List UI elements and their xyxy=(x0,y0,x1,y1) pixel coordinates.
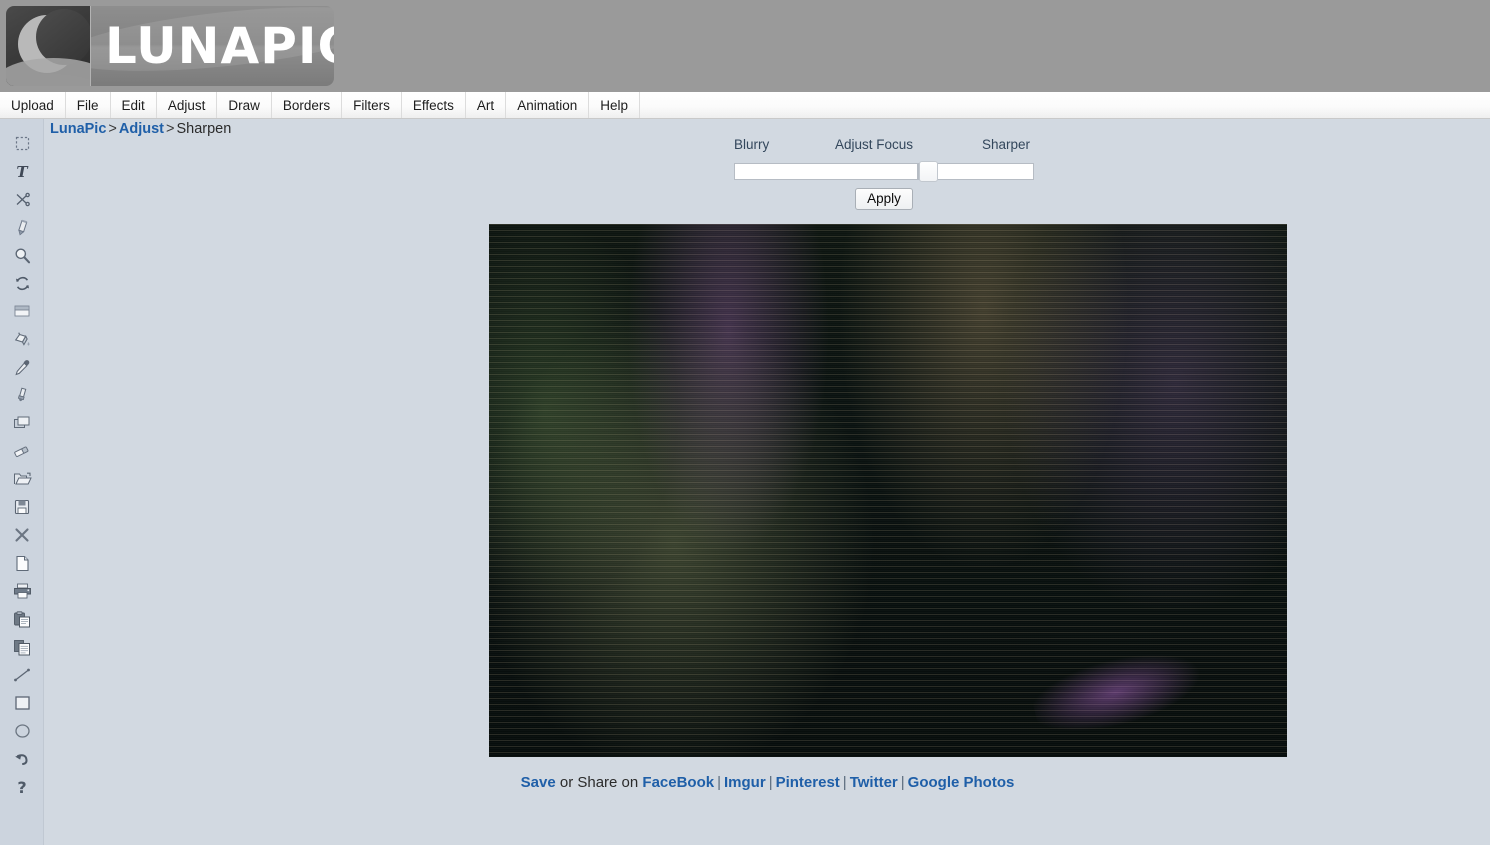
menu-item-edit[interactable]: Edit xyxy=(111,92,157,118)
rectangle-icon[interactable] xyxy=(0,689,44,717)
breadcrumb: LunaPic>Adjust>Sharpen xyxy=(50,121,231,137)
menu-item-borders[interactable]: Borders xyxy=(272,92,342,118)
menu-item-filters[interactable]: Filters xyxy=(342,92,402,118)
apply-button[interactable]: Apply xyxy=(855,188,913,210)
menu-item-draw[interactable]: Draw xyxy=(217,92,272,118)
save-link[interactable]: Save xyxy=(521,774,556,791)
workspace: LunaPic>Adjust>Sharpen Blurry Adjust Foc… xyxy=(45,119,1490,845)
eraser-block-icon[interactable] xyxy=(0,297,44,325)
logo-wordmark: LUNAPIC xyxy=(91,21,334,71)
text-icon[interactable]: T xyxy=(0,157,44,185)
svg-text:T: T xyxy=(16,163,29,180)
share-link-facebook[interactable]: FaceBook xyxy=(642,774,714,791)
marquee-select-icon[interactable] xyxy=(0,129,44,157)
eraser-icon[interactable] xyxy=(0,437,44,465)
share-separator-2: | xyxy=(769,774,773,791)
sharpen-panel: Blurry Adjust Focus Sharper Apply xyxy=(694,137,1054,210)
breadcrumb-root[interactable]: LunaPic xyxy=(50,121,106,137)
slider-thumb[interactable] xyxy=(919,161,938,182)
share-link-pinterest[interactable]: Pinterest xyxy=(776,774,840,791)
close-x-icon[interactable] xyxy=(0,521,44,549)
paste-clipboard-icon[interactable] xyxy=(0,605,44,633)
svg-text:?: ? xyxy=(17,779,26,796)
share-separator-1: | xyxy=(717,774,721,791)
menu-item-help[interactable]: Help xyxy=(589,92,640,118)
lunapic-logo[interactable]: LUNAPIC xyxy=(6,6,334,86)
menu-item-adjust[interactable]: Adjust xyxy=(157,92,218,118)
edited-image[interactable] xyxy=(489,224,1287,757)
printer-icon[interactable] xyxy=(0,577,44,605)
new-document-icon[interactable] xyxy=(0,549,44,577)
help-question-icon[interactable]: ? xyxy=(0,773,44,801)
paintbrush-icon[interactable] xyxy=(0,381,44,409)
share-separator-3: | xyxy=(843,774,847,791)
logo-plate: LUNAPIC xyxy=(90,6,334,86)
breadcrumb-section[interactable]: Adjust xyxy=(119,121,164,137)
slider-label-row: Blurry Adjust Focus Sharper xyxy=(694,137,1054,157)
copy-icon[interactable] xyxy=(0,633,44,661)
slider-track-left xyxy=(734,163,918,180)
slider-label-blurry: Blurry xyxy=(734,137,769,152)
line-icon[interactable] xyxy=(0,661,44,689)
apply-row: Apply xyxy=(734,188,1034,210)
main-menu-bar: Upload File Edit Adjust Draw Borders Fil… xyxy=(0,92,1490,119)
slider-label-sharper: Sharper xyxy=(982,137,1030,152)
image-grain-overlay xyxy=(489,224,1287,757)
menu-item-effects[interactable]: Effects xyxy=(402,92,466,118)
paint-bucket-icon[interactable] xyxy=(0,325,44,353)
undo-icon[interactable] xyxy=(0,745,44,773)
focus-slider[interactable] xyxy=(734,163,1034,180)
slider-label-title: Adjust Focus xyxy=(835,137,913,152)
menu-item-upload[interactable]: Upload xyxy=(0,92,66,118)
share-link-imgur[interactable]: Imgur xyxy=(724,774,766,791)
breadcrumb-current: Sharpen xyxy=(176,121,231,137)
pencil-icon[interactable] xyxy=(0,213,44,241)
menu-item-animation[interactable]: Animation xyxy=(506,92,589,118)
scissors-icon[interactable] xyxy=(0,185,44,213)
tool-palette: T xyxy=(0,119,44,845)
rotate-icon[interactable] xyxy=(0,269,44,297)
app-header: LUNAPIC xyxy=(0,0,1490,92)
breadcrumb-separator-2: > xyxy=(166,121,174,137)
magnifier-icon[interactable] xyxy=(0,241,44,269)
share-link-twitter[interactable]: Twitter xyxy=(850,774,898,791)
layers-icon[interactable] xyxy=(0,409,44,437)
eyedropper-icon[interactable] xyxy=(0,353,44,381)
share-middle-text: or Share on xyxy=(556,774,643,791)
menu-item-art[interactable]: Art xyxy=(466,92,506,118)
menu-item-file[interactable]: File xyxy=(66,92,111,118)
share-separator-4: | xyxy=(901,774,905,791)
breadcrumb-separator-1: > xyxy=(108,121,116,137)
circle-icon[interactable] xyxy=(0,717,44,745)
open-folder-icon[interactable] xyxy=(0,465,44,493)
share-link-google-photos[interactable]: Google Photos xyxy=(908,774,1015,791)
save-floppy-icon[interactable] xyxy=(0,493,44,521)
share-row: Save or Share on FaceBook|Imgur|Pinteres… xyxy=(45,774,1490,791)
crescent-moon-icon xyxy=(6,6,90,86)
